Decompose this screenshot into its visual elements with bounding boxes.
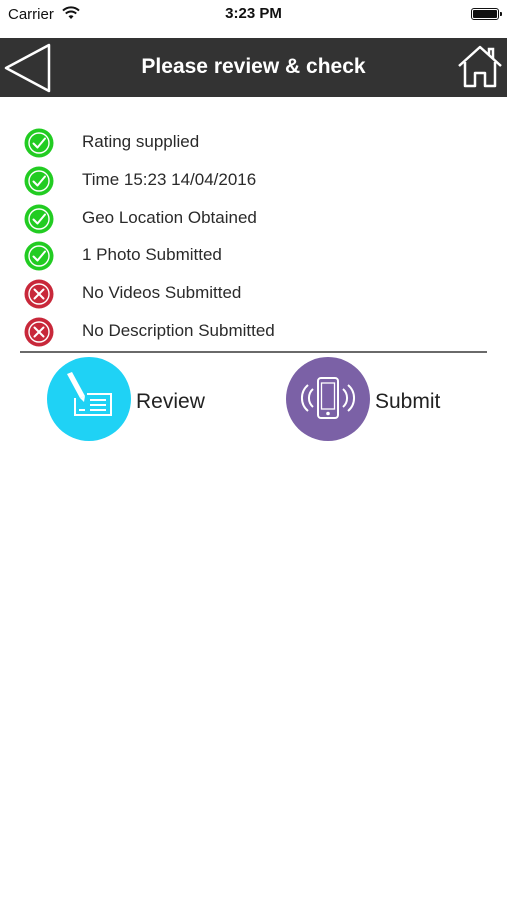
submit-label: Submit xyxy=(375,390,441,413)
review-circle xyxy=(47,357,131,441)
check-item-label: No Description Submitted xyxy=(82,320,275,340)
check-item-geo-location: Geo Location Obtained xyxy=(0,200,507,238)
check-item-videos: No Videos Submitted xyxy=(0,275,507,313)
check-missing-icon xyxy=(24,279,54,309)
check-item-label: 1 Photo Submitted xyxy=(82,245,222,265)
check-ok-icon xyxy=(24,204,54,234)
checklist: Rating supplied Time 15:23 14/04/2016 Ge… xyxy=(0,124,507,351)
review-button[interactable]: Review xyxy=(47,357,227,441)
check-item-label: No Videos Submitted xyxy=(82,283,242,303)
status-bar: Carrier 3:23 PM xyxy=(0,0,507,28)
check-item-photo: 1 Photo Submitted xyxy=(0,237,507,275)
check-item-label: Time 15:23 14/04/2016 xyxy=(82,169,257,189)
page-title: Please review & check xyxy=(141,55,366,78)
check-item-description: No Description Submitted xyxy=(0,313,507,351)
clock: 3:23 PM xyxy=(225,5,282,22)
pen-document-icon xyxy=(67,372,112,416)
submit-button[interactable]: Submit xyxy=(286,357,466,441)
review-label: Review xyxy=(136,390,205,413)
check-ok-icon xyxy=(24,128,54,158)
battery-icon xyxy=(471,8,502,20)
divider xyxy=(20,351,487,353)
check-ok-icon xyxy=(24,241,54,271)
check-item-time: Time 15:23 14/04/2016 xyxy=(0,162,507,200)
check-item-rating: Rating supplied xyxy=(0,124,507,162)
check-item-label: Rating supplied xyxy=(82,132,200,151)
submit-circle xyxy=(286,357,370,441)
back-triangle-icon[interactable] xyxy=(2,42,54,94)
home-icon[interactable] xyxy=(456,42,504,90)
check-item-label: Geo Location Obtained xyxy=(82,207,257,227)
vibrating-phone-icon xyxy=(301,377,355,419)
check-missing-icon xyxy=(24,317,54,347)
check-ok-icon xyxy=(24,166,54,196)
nav-bar: Please review & check xyxy=(0,38,507,97)
